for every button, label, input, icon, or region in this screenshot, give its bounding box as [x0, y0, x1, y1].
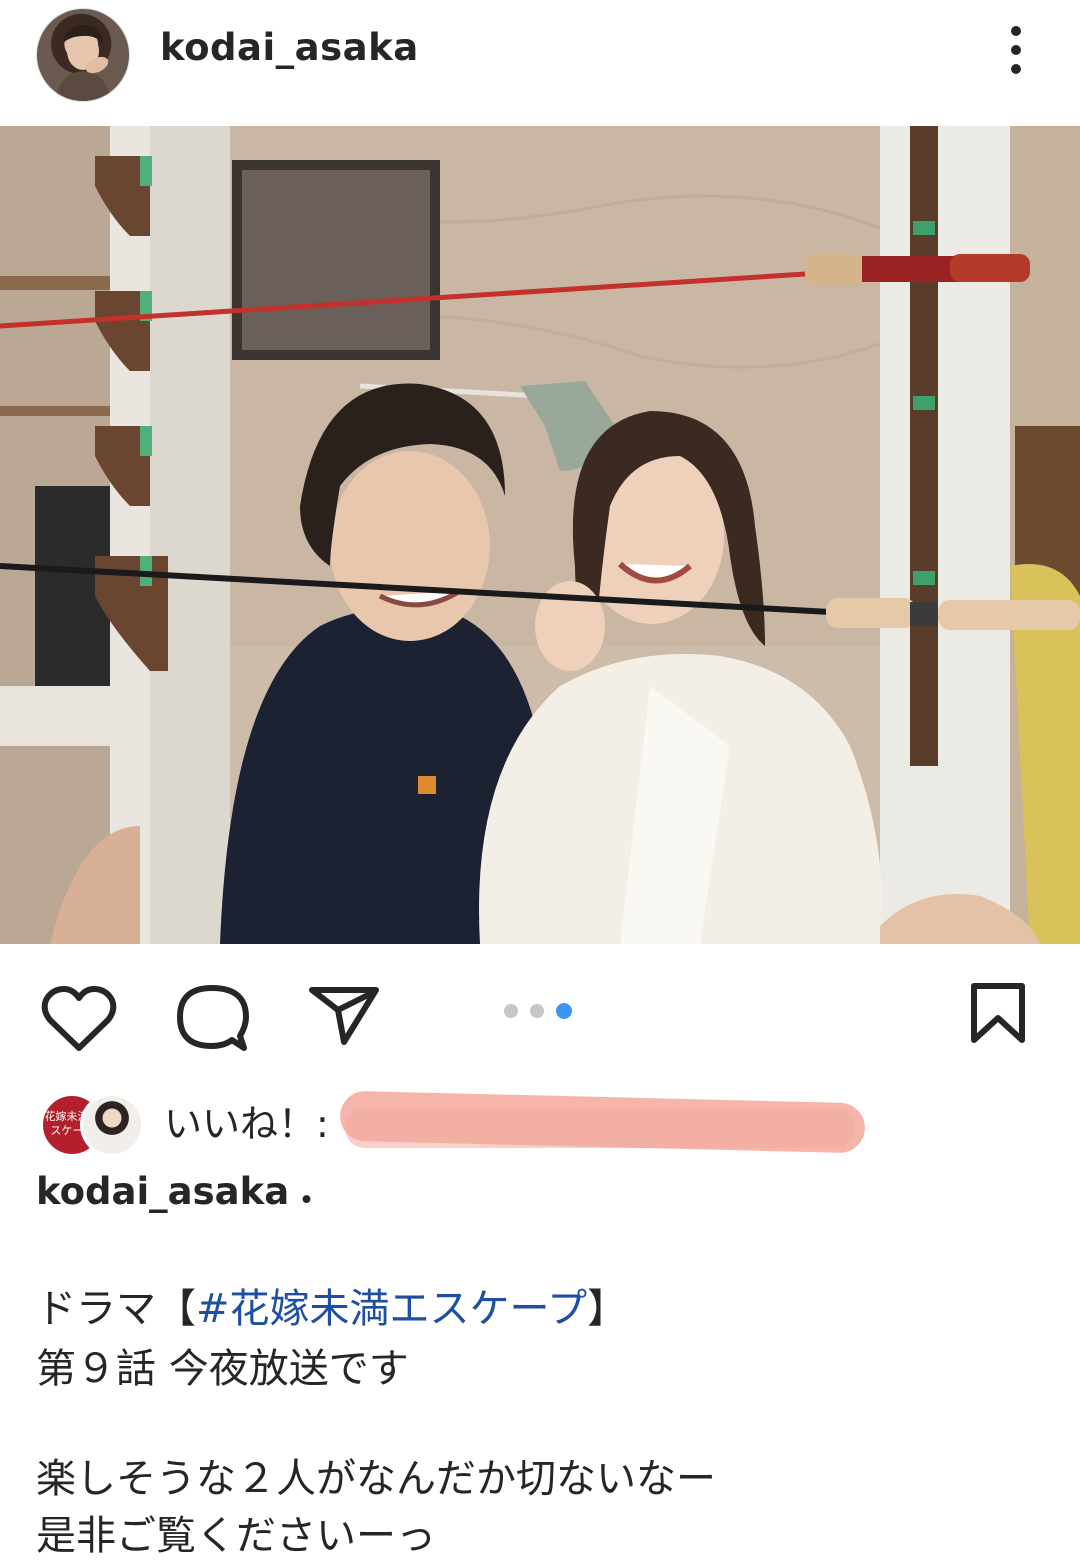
caption-line-4: 是非ご覧くださいーっ [36, 1513, 436, 1559]
caption-prefix: ドラマ【 [36, 1286, 196, 1332]
carousel-dot [530, 1004, 544, 1018]
likes-label[interactable]: いいね！: [164, 1093, 329, 1148]
caption-separator: ・ [288, 1179, 325, 1222]
comment-icon[interactable] [174, 982, 250, 1054]
heart-icon[interactable] [40, 984, 118, 1054]
hashtag-link[interactable]: #花嫁未満エスケープ [196, 1286, 587, 1332]
carousel-dot [504, 1004, 518, 1018]
caption-username[interactable]: kodai_asaka [36, 1170, 289, 1213]
bookmark-icon[interactable] [968, 982, 1028, 1046]
more-vertical-icon[interactable] [995, 20, 1039, 80]
post-photo[interactable] [0, 126, 1080, 944]
caption-line-1: ドラマ【#花嫁未満エスケープ】 [36, 1276, 627, 1334]
carousel-dot-active [556, 1003, 572, 1019]
redaction-mark [345, 1108, 855, 1148]
send-icon[interactable] [308, 984, 380, 1046]
caption-line-2: 第９話 今夜放送です [36, 1346, 409, 1392]
post-header: kodai_asaka [0, 0, 1080, 126]
caption-suffix: 】 [587, 1286, 628, 1332]
caption-line-3: 楽しそうな２人がなんだか切ないなー [36, 1456, 716, 1502]
user-avatar[interactable] [36, 8, 130, 102]
username[interactable]: kodai_asaka [160, 26, 419, 69]
liker-avatar[interactable] [80, 1093, 144, 1157]
